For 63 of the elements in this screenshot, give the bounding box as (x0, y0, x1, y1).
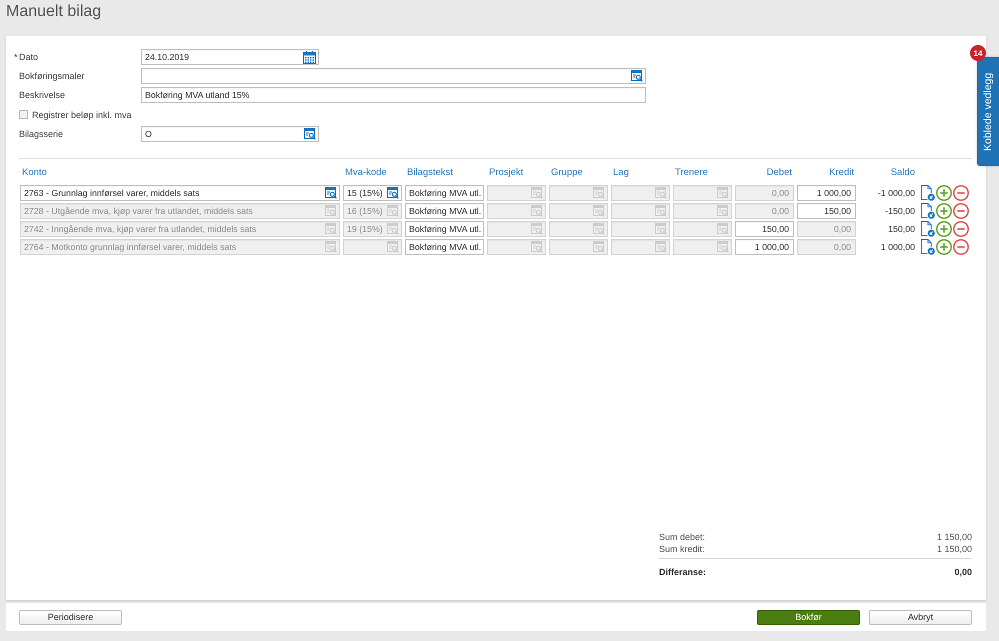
calendar-icon[interactable] (303, 50, 316, 64)
column-header[interactable]: Gruppe (551, 166, 583, 180)
search-icon[interactable] (387, 187, 399, 199)
field-label: Bilagsserie (19, 129, 64, 139)
balance-value: 150,00 (888, 224, 916, 234)
remove-row-icon[interactable] (953, 185, 969, 201)
lookup-field[interactable]: 15 (15%) (343, 185, 402, 201)
lookup-field[interactable] (141, 68, 646, 84)
page-title: Manuelt bilag (6, 2, 102, 22)
remove-row-icon[interactable] (953, 221, 969, 237)
required-mark: * (14, 52, 19, 62)
sum-value: 1 150,00 (936, 531, 972, 543)
side-tab[interactable]: Koblede vedlegg (977, 57, 999, 166)
sum-label: Sum kredit: (659, 543, 705, 555)
add-row-icon[interactable] (936, 203, 952, 219)
field-label: Beskrivelse (19, 90, 66, 100)
document-link-icon[interactable] (920, 239, 935, 255)
secondary-button[interactable]: Periodisere (19, 610, 122, 624)
balance-value: 1 000,00 (880, 242, 916, 252)
text-field[interactable]: Bokføring MVA utl. (405, 239, 484, 255)
add-row-icon[interactable] (936, 221, 952, 237)
amount-field[interactable]: 1 000,00 (797, 185, 856, 201)
field-label: Dato (19, 52, 38, 62)
amount-field[interactable]: 150,00 (797, 203, 856, 219)
column-header[interactable]: Lag (613, 166, 629, 180)
add-row-icon[interactable] (936, 239, 952, 255)
sum-value: 1 150,00 (936, 543, 972, 555)
lookup-field[interactable]: 2763 - Grunnlag innførsel varer, middels sats (20, 185, 340, 201)
search-icon[interactable] (631, 70, 643, 82)
search-icon[interactable] (325, 187, 337, 199)
date-field[interactable]: 24.10.2019 (141, 49, 319, 65)
column-header[interactable]: Trenere (675, 166, 708, 180)
column-header[interactable]: Kredit (829, 166, 854, 180)
document-link-icon[interactable] (920, 221, 935, 237)
sum-label: Sum debet: (659, 531, 706, 543)
lookup-field[interactable]: O (141, 126, 319, 142)
text-field[interactable]: Bokføring MVA utl. (405, 221, 484, 237)
amount-field[interactable]: 150,00 (735, 221, 794, 237)
field-label: Bokføringsmaler (19, 71, 85, 81)
secondary-button[interactable]: Avbryt (869, 610, 972, 624)
column-header[interactable]: Saldo (890, 166, 915, 180)
column-header[interactable]: Konto (22, 166, 47, 180)
column-header[interactable]: Bilagstekst (407, 166, 453, 180)
text-field[interactable]: Bokføring MVA utl. (405, 185, 484, 201)
checkbox[interactable] (19, 110, 28, 119)
balance-value: -150,00 (885, 206, 916, 216)
checkbox-label: Registrer beløp inkl. mva (32, 110, 132, 120)
column-header[interactable]: Debet (766, 166, 792, 180)
column-header[interactable]: Prosjekt (489, 166, 524, 180)
primary-button[interactable]: Bokfør (757, 610, 860, 624)
add-row-icon[interactable] (936, 185, 952, 201)
document-link-icon[interactable] (920, 185, 935, 201)
amount-field[interactable]: 1 000,00 (735, 239, 794, 255)
text-field[interactable]: Bokføring MVA utland 15% (141, 87, 646, 103)
remove-row-icon[interactable] (953, 203, 969, 219)
remove-row-icon[interactable] (953, 239, 969, 255)
document-link-icon[interactable] (920, 203, 935, 219)
difference-label: Differanse: (659, 566, 706, 578)
difference-value: 0,00 (954, 566, 972, 578)
column-header[interactable]: Mva-kode (345, 166, 387, 180)
balance-value: -1 000,00 (878, 188, 916, 198)
search-icon[interactable] (304, 128, 316, 140)
text-field[interactable]: Bokføring MVA utl. (405, 203, 484, 219)
